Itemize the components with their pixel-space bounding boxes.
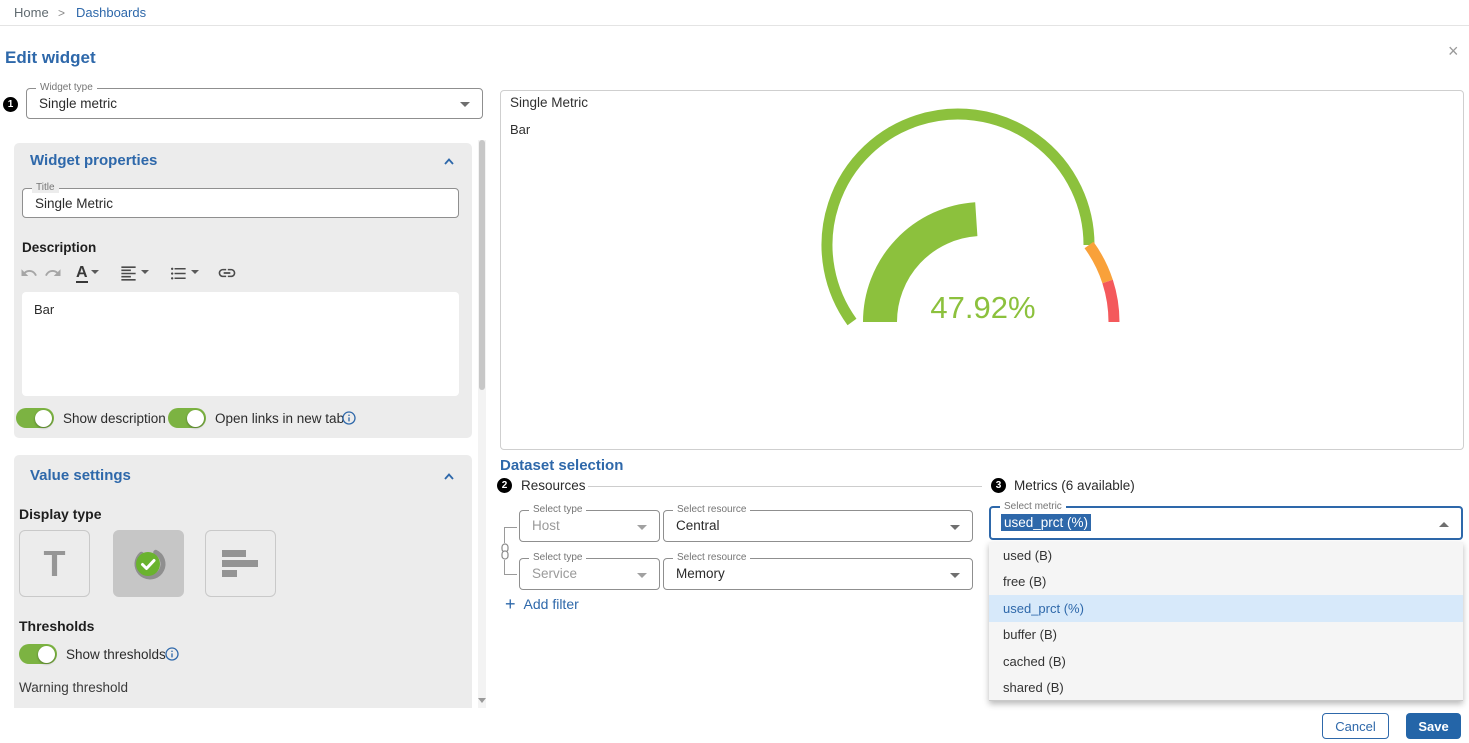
text-display-icon: T xyxy=(44,543,66,585)
collapse-widget-properties-icon[interactable] xyxy=(444,157,454,167)
title-field-value: Single Metric xyxy=(35,196,113,211)
select-resource-value: Memory xyxy=(676,566,725,581)
select-resource-label: Select resource xyxy=(673,552,750,563)
step-3-badge: 3 xyxy=(991,478,1006,493)
description-text: Bar xyxy=(22,292,459,327)
metric-option[interactable]: buffer (B) xyxy=(989,622,1463,649)
metric-option[interactable]: free (B) xyxy=(989,569,1463,596)
cancel-button[interactable]: Cancel xyxy=(1322,713,1389,739)
show-thresholds-label: Show thresholds xyxy=(66,647,166,662)
show-description-label: Show description xyxy=(63,411,166,426)
chevron-down-icon xyxy=(637,525,647,530)
scrollbar-thumb[interactable] xyxy=(479,140,485,390)
title-field[interactable]: Title Single Metric xyxy=(22,188,459,218)
undo-icon[interactable] xyxy=(20,264,38,282)
gauge-warning-segment xyxy=(1089,245,1108,282)
dataset-selection-heading: Dataset selection xyxy=(500,457,623,474)
resources-divider xyxy=(588,486,982,487)
scrollbar-down-arrow-icon[interactable] xyxy=(478,698,486,703)
widget-type-value: Single metric xyxy=(39,96,117,111)
breadcrumb-home[interactable]: Home xyxy=(14,5,49,20)
open-links-info-icon[interactable] xyxy=(341,410,357,426)
gauge-selected-icon xyxy=(129,544,169,584)
resources-label: Resources xyxy=(521,478,586,493)
collapse-value-settings-icon[interactable] xyxy=(444,472,454,482)
widget-type-label: Widget type xyxy=(36,82,97,93)
text-color-icon[interactable]: A xyxy=(76,264,99,283)
breadcrumb-separator-icon: > xyxy=(58,6,65,20)
chevron-up-icon xyxy=(1439,522,1449,527)
description-editor[interactable]: Bar xyxy=(22,292,459,396)
open-links-toggle[interactable] xyxy=(168,408,206,428)
description-toolbar: A xyxy=(20,261,280,285)
add-filter-button[interactable]: + Add filter xyxy=(505,596,579,612)
breadcrumb-dashboards[interactable]: Dashboards xyxy=(76,5,146,20)
add-filter-label: Add filter xyxy=(524,596,579,612)
gauge-value-label: 47.92% xyxy=(898,290,1068,326)
metric-option[interactable]: used (B) xyxy=(989,542,1463,569)
step-1-badge: 1 xyxy=(3,97,18,112)
metric-options-menu: used (B) free (B) used_prct (%) buffer (… xyxy=(989,542,1463,701)
select-metric-field[interactable]: Select metric used_prct (%) xyxy=(989,506,1463,540)
show-thresholds-toggle[interactable] xyxy=(19,644,57,664)
metric-option[interactable]: cached (B) xyxy=(989,648,1463,675)
step-2-badge: 2 xyxy=(497,478,512,493)
link-icon[interactable] xyxy=(217,263,237,283)
select-type-row2[interactable]: Select type Service xyxy=(519,558,660,590)
select-metric-value: used_prct (%) xyxy=(1001,514,1091,531)
warning-threshold-label: Warning threshold xyxy=(19,680,128,695)
select-type-label: Select type xyxy=(529,552,586,563)
select-type-value: Host xyxy=(532,518,560,533)
select-resource-row1[interactable]: Select resource Central xyxy=(663,510,973,542)
thresholds-info-icon[interactable] xyxy=(164,646,180,662)
widget-type-select[interactable]: Widget type Single metric xyxy=(26,88,483,119)
plus-icon: + xyxy=(505,596,516,612)
redo-icon[interactable] xyxy=(44,264,62,282)
open-links-label: Open links in new tab xyxy=(215,411,344,426)
breadcrumb: Home > Dashboards xyxy=(0,0,1469,26)
display-type-label: Display type xyxy=(19,506,101,522)
value-settings-heading: Value settings xyxy=(30,467,131,484)
chevron-down-icon xyxy=(950,573,960,578)
display-type-gauge-button[interactable] xyxy=(113,530,184,597)
edit-widget-dialog: Home > Dashboards Edit widget × 1 Widget… xyxy=(0,0,1469,743)
save-button[interactable]: Save xyxy=(1406,713,1461,739)
close-icon[interactable]: × xyxy=(1448,42,1459,60)
bar-display-icon xyxy=(222,550,260,577)
link-rows-icon xyxy=(499,543,511,560)
description-label: Description xyxy=(22,240,96,255)
select-type-label: Select type xyxy=(529,504,586,515)
widget-properties-heading: Widget properties xyxy=(30,152,157,169)
display-type-bar-button[interactable] xyxy=(205,530,276,597)
gauge-critical-segment xyxy=(1108,282,1114,323)
title-field-label: Title xyxy=(32,182,59,193)
page-title: Edit widget xyxy=(5,48,96,68)
chevron-down-icon xyxy=(637,573,647,578)
show-description-toggle[interactable] xyxy=(16,408,54,428)
select-type-value: Service xyxy=(532,566,577,581)
select-resource-value: Central xyxy=(676,518,720,533)
align-icon[interactable] xyxy=(119,264,149,283)
chevron-down-icon xyxy=(950,525,960,530)
list-icon[interactable] xyxy=(169,264,199,283)
select-type-row1[interactable]: Select type Host xyxy=(519,510,660,542)
select-resource-label: Select resource xyxy=(673,504,750,515)
select-metric-label: Select metric xyxy=(1000,501,1066,512)
thresholds-label: Thresholds xyxy=(19,618,94,634)
display-type-text-button[interactable]: T xyxy=(19,530,90,597)
gauge-chart xyxy=(500,90,1464,450)
select-resource-row2[interactable]: Select resource Memory xyxy=(663,558,973,590)
metric-option[interactable]: shared (B) xyxy=(989,675,1463,702)
metrics-label: Metrics (6 available) xyxy=(1014,478,1135,493)
metric-option-selected[interactable]: used_prct (%) xyxy=(989,595,1463,622)
chevron-down-icon xyxy=(460,102,470,107)
